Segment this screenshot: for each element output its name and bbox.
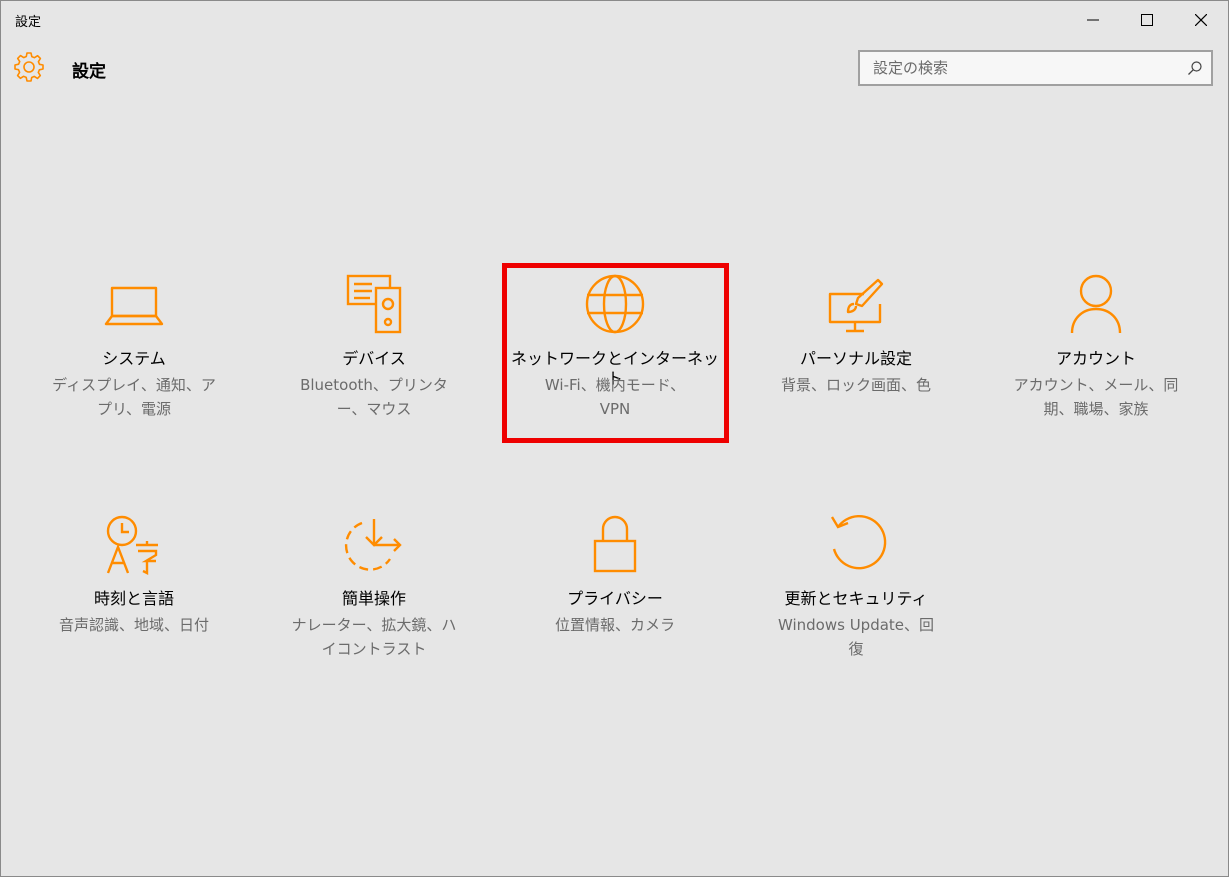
- paint-monitor-icon: [828, 278, 884, 333]
- settings-header: 設定: [1, 45, 1228, 95]
- window-title: 設定: [15, 15, 42, 30]
- category-label: パーソナル設定: [799, 349, 912, 368]
- category-label: アカウント: [1055, 349, 1136, 368]
- highlight-box: [502, 263, 729, 443]
- category-description: ディスプレイ、通知、アプリ、電源: [52, 376, 216, 418]
- category-label: デバイス: [342, 349, 406, 368]
- category-description: ナレーター、拡大鏡、ハイコントラスト: [291, 616, 457, 658]
- lock-icon: [593, 515, 637, 573]
- page-title: 設定: [72, 62, 106, 82]
- category-description: Bluetooth、プリンター、マウス: [300, 376, 448, 418]
- category-update-security[interactable]: 更新とセキュリティ Windows Update、回復: [751, 511, 961, 681]
- category-label: システム: [102, 349, 166, 368]
- category-devices[interactable]: デバイス Bluetooth、プリンター、マウス: [269, 271, 479, 441]
- category-privacy[interactable]: プライバシー 位置情報、カメラ: [510, 511, 720, 681]
- close-icon: [1195, 14, 1207, 26]
- time-language-icon: [106, 515, 158, 575]
- search-input[interactable]: [860, 52, 1180, 84]
- search-box[interactable]: [858, 50, 1213, 86]
- settings-window: 設定 設定 設定の検索 システム ディスプレイ、通知、アプリ、電源 デバイス B…: [0, 0, 1229, 877]
- person-icon: [1070, 274, 1122, 334]
- title-bar[interactable]: 設定: [1, 1, 1228, 39]
- minimize-icon: [1087, 19, 1099, 21]
- devices-icon: [346, 274, 402, 334]
- refresh-icon: [830, 515, 887, 570]
- category-description: アカウント、メール、同期、職場、家族: [1013, 376, 1179, 418]
- category-description: 位置情報、カメラ: [554, 616, 675, 634]
- category-description: 背景、ロック画面、色: [780, 376, 931, 394]
- category-description: 音声認識、地域、日付: [58, 616, 209, 634]
- category-system[interactable]: システム ディスプレイ、通知、アプリ、電源: [29, 271, 239, 441]
- laptop-icon: [104, 286, 164, 326]
- category-accounts[interactable]: アカウント アカウント、メール、同期、職場、家族: [991, 271, 1201, 441]
- maximize-button[interactable]: [1120, 1, 1174, 39]
- category-personalization[interactable]: パーソナル設定 背景、ロック画面、色: [751, 271, 961, 441]
- minimize-button[interactable]: [1066, 1, 1120, 39]
- search-icon[interactable]: [1187, 60, 1203, 76]
- category-label: プライバシー: [567, 589, 663, 608]
- category-label: 更新とセキュリティ: [784, 589, 928, 608]
- category-label: 簡単操作: [341, 589, 406, 608]
- category-description: Windows Update、回復: [777, 616, 935, 658]
- gear-icon: [14, 52, 44, 82]
- ease-of-access-icon: [344, 519, 402, 571]
- category-ease-of-access[interactable]: 簡単操作 ナレーター、拡大鏡、ハイコントラスト: [269, 511, 479, 681]
- category-label: 時刻と言語: [93, 589, 174, 608]
- maximize-icon: [1141, 14, 1153, 26]
- category-time-language[interactable]: 時刻と言語 音声認識、地域、日付: [29, 511, 239, 681]
- close-button[interactable]: [1174, 1, 1228, 39]
